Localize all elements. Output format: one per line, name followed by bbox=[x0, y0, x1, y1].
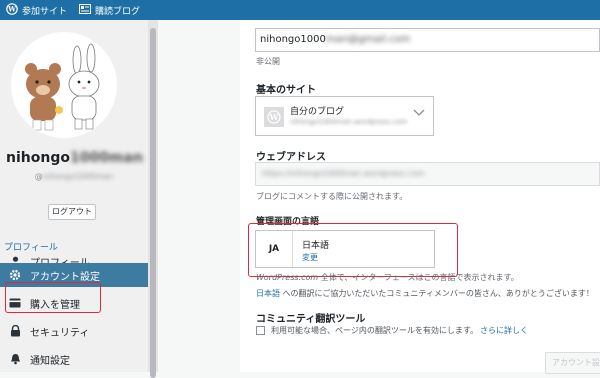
chevron-down-icon bbox=[413, 109, 425, 120]
reader-icon bbox=[79, 3, 95, 17]
learn-more-link[interactable]: さらに詳しく bbox=[480, 325, 528, 336]
svg-text:W: W bbox=[269, 112, 280, 122]
svg-text:W: W bbox=[7, 4, 16, 13]
translation-thanks: 日本語 への翻訳にご協力いただいたコミュニティメンバーの皆さん、ありがとうござい… bbox=[256, 288, 594, 299]
avatar[interactable] bbox=[11, 32, 117, 138]
community-translator-text: 利用可能な場合、ページ内の翻訳ツールを有効にします。 bbox=[271, 326, 479, 335]
logout-button[interactable]: ログアウト bbox=[48, 204, 96, 220]
display-name-visible: nihongo bbox=[6, 150, 70, 166]
primary-site-label: 基本のサイト bbox=[256, 85, 316, 96]
web-address-value: https://nihongo1000man.wordpress.com bbox=[262, 169, 425, 178]
bell-icon bbox=[8, 352, 22, 366]
sidebar-item-notifications[interactable]: 通知設定 bbox=[0, 347, 148, 371]
language-note-text: 全体で、インターフェースはこの言語で表示されます。 bbox=[318, 273, 519, 282]
highlight-box-language bbox=[248, 223, 458, 277]
display-name-blurred: 1000man bbox=[69, 150, 143, 166]
scrollbar-thumb[interactable] bbox=[150, 28, 156, 378]
web-address-note: ブログにコメントする際に公開されます。 bbox=[256, 192, 408, 201]
site-icon: W bbox=[264, 107, 284, 127]
my-sites-link[interactable]: W 参加サイト bbox=[0, 0, 73, 20]
my-sites-label: 参加サイト bbox=[22, 6, 68, 17]
sidebar-item-security[interactable]: セキュリティ bbox=[0, 319, 148, 343]
site-url: nihongo1000man.wordpress.com bbox=[290, 118, 407, 126]
primary-site-select[interactable]: W 自分のブログ nihongo1000man.wordpress.com bbox=[255, 96, 434, 136]
reader-link[interactable]: 購読ブログ bbox=[73, 0, 146, 20]
web-address-label: ウェブアドレス bbox=[256, 152, 326, 163]
wordpress-icon: W bbox=[6, 2, 22, 18]
sidebar-item-label: アカウント設定 bbox=[30, 271, 100, 283]
highlight-box-account-settings bbox=[5, 282, 101, 313]
user-handle: @nihongo1000man bbox=[6, 172, 142, 181]
gear-icon bbox=[8, 268, 22, 282]
reader-label: 購読ブログ bbox=[95, 6, 141, 17]
sidebar-item-label: セキュリティ bbox=[30, 327, 90, 339]
language-note: WordPress.com 全体で、インターフェースはこの言語で表示されます。 bbox=[256, 272, 519, 283]
language-note-brand: WordPress.com bbox=[256, 273, 319, 282]
top-bar: W 参加サイト 購読ブログ bbox=[0, 0, 600, 20]
community-translator-label: コミュニティ翻訳ツール bbox=[256, 314, 366, 325]
site-name: 自分のブログ bbox=[290, 107, 345, 117]
web-address-field[interactable]: https://nihongo1000man.wordpress.com bbox=[255, 162, 600, 186]
email-blurred: man@gmail.com bbox=[325, 34, 411, 45]
email-note: 非公開 bbox=[256, 57, 280, 66]
user-handle-visible: @ bbox=[34, 172, 43, 181]
email-visible: nihongo1000 bbox=[260, 34, 326, 45]
sidebar: nihongo1000man @nihongo1000man ログアウト プロフ… bbox=[0, 20, 148, 372]
user-handle-blurred: nihongo1000man bbox=[42, 172, 114, 181]
save-button[interactable]: アカウント設定を保存 bbox=[545, 352, 600, 374]
sidebar-item-label: 通知設定 bbox=[30, 355, 70, 367]
email-field[interactable]: nihongo1000man@gmail.com bbox=[255, 28, 600, 52]
sidebar-scrollbar[interactable] bbox=[148, 20, 158, 378]
display-name: nihongo1000man bbox=[6, 150, 143, 166]
community-translator-option: 利用可能な場合、ページ内の翻訳ツールを有効にします。 さらに詳しく bbox=[256, 325, 528, 336]
translation-link[interactable]: 日本語 bbox=[256, 289, 280, 298]
community-translator-checkbox[interactable] bbox=[256, 326, 265, 335]
lock-icon bbox=[8, 324, 22, 338]
translation-note: への翻訳にご協力いただいたコミュニティメンバーの皆さん、ありがとうございます！ bbox=[280, 289, 594, 298]
